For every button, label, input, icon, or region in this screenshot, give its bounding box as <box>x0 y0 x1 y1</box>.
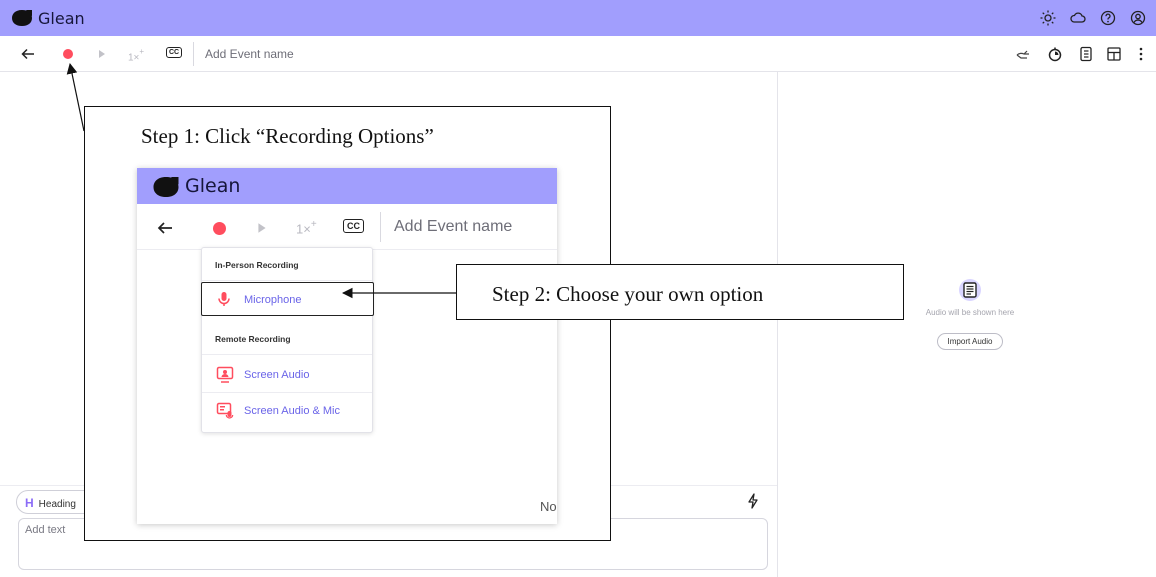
timer-icon[interactable] <box>1045 44 1065 64</box>
pane-divider <box>777 72 778 577</box>
in-person-header: In-Person Recording <box>215 260 299 270</box>
arrow-left-icon[interactable] <box>18 44 38 64</box>
heading-label: Heading <box>38 499 76 510</box>
step2-caption: Step 2: Choose your own option <box>492 282 764 306</box>
toolbar: 1×+ CC Add Event name <box>0 36 1156 72</box>
add-text-placeholder: Add text <box>25 524 66 536</box>
inset-record-icon <box>209 218 229 238</box>
inset-speed-label: 1× <box>296 221 311 237</box>
top-icons <box>1038 8 1148 28</box>
sun-icon[interactable] <box>1038 8 1058 28</box>
screen-audio-label: Screen Audio <box>244 369 310 381</box>
inset-captions-button: CC <box>343 219 364 233</box>
notebook-icon[interactable] <box>1076 44 1096 64</box>
audio-empty-state: Audio will be shown here Import Audio <box>910 278 1030 350</box>
hand-icon[interactable] <box>1013 44 1033 64</box>
speed-button[interactable]: 1×+ <box>128 47 144 65</box>
inset-app-title: Glean <box>185 175 241 197</box>
menu-divider <box>202 280 372 281</box>
app-bar: Glean <box>0 0 1156 36</box>
glean-logo-icon <box>12 10 32 26</box>
heading-letter: H <box>25 496 34 510</box>
screen-audio-mic-icon <box>216 402 234 425</box>
speed-sup: + <box>139 47 145 56</box>
step2-callout: Step 2: Choose your own option <box>456 264 904 320</box>
inset-speed-sup: + <box>310 219 317 230</box>
microphone-icon <box>216 291 232 312</box>
captions-button[interactable]: CC <box>166 47 183 58</box>
inset-speed: 1×+ <box>296 219 317 238</box>
account-icon[interactable] <box>1128 8 1148 28</box>
menu-divider <box>202 392 372 393</box>
remote-header: Remote Recording <box>215 334 291 344</box>
more-vertical-icon[interactable] <box>1131 44 1151 64</box>
inset-footer-text: No <box>540 499 557 514</box>
inset-app-bar: Glean <box>137 168 557 204</box>
help-icon[interactable] <box>1098 8 1118 28</box>
inset-arrow-left-icon <box>155 218 175 238</box>
screen-audio-icon <box>216 366 234 389</box>
step1-caption: Step 1: Click “Recording Options” <box>141 124 434 148</box>
play-icon[interactable] <box>92 44 112 64</box>
speed-label: 1× <box>128 52 140 64</box>
menu-divider <box>202 354 372 355</box>
audio-empty-message: Audio will be shown here <box>925 308 1015 317</box>
inset-separator <box>380 212 381 242</box>
recording-options-menu: In-Person Recording Microphone Remote Re… <box>201 247 374 433</box>
audio-placeholder-icon <box>958 278 982 302</box>
inset-glean-logo-icon <box>153 177 179 197</box>
record-icon[interactable] <box>58 44 78 64</box>
step1-arrow <box>66 62 85 132</box>
cloud-icon[interactable] <box>1068 8 1088 28</box>
screen-audio-mic-label: Screen Audio & Mic <box>244 405 340 417</box>
inset-play-icon <box>252 218 272 238</box>
inset-toolbar: 1×+ CC Add Event name <box>137 204 557 250</box>
import-audio-button[interactable]: Import Audio <box>936 333 1004 350</box>
toolbar-separator <box>193 42 194 66</box>
screen-audio-mic-option[interactable]: Screen Audio & Mic <box>202 394 372 428</box>
screen-audio-option[interactable]: Screen Audio <box>202 358 372 392</box>
bolt-icon[interactable] <box>743 491 763 511</box>
microphone-label: Microphone <box>244 294 302 306</box>
microphone-option[interactable]: Microphone <box>201 282 374 316</box>
event-name-input[interactable]: Add Event name <box>205 47 294 61</box>
app-title: Glean <box>38 9 85 28</box>
layout-icon[interactable] <box>1104 44 1124 64</box>
inset-event-name: Add Event name <box>394 218 513 235</box>
